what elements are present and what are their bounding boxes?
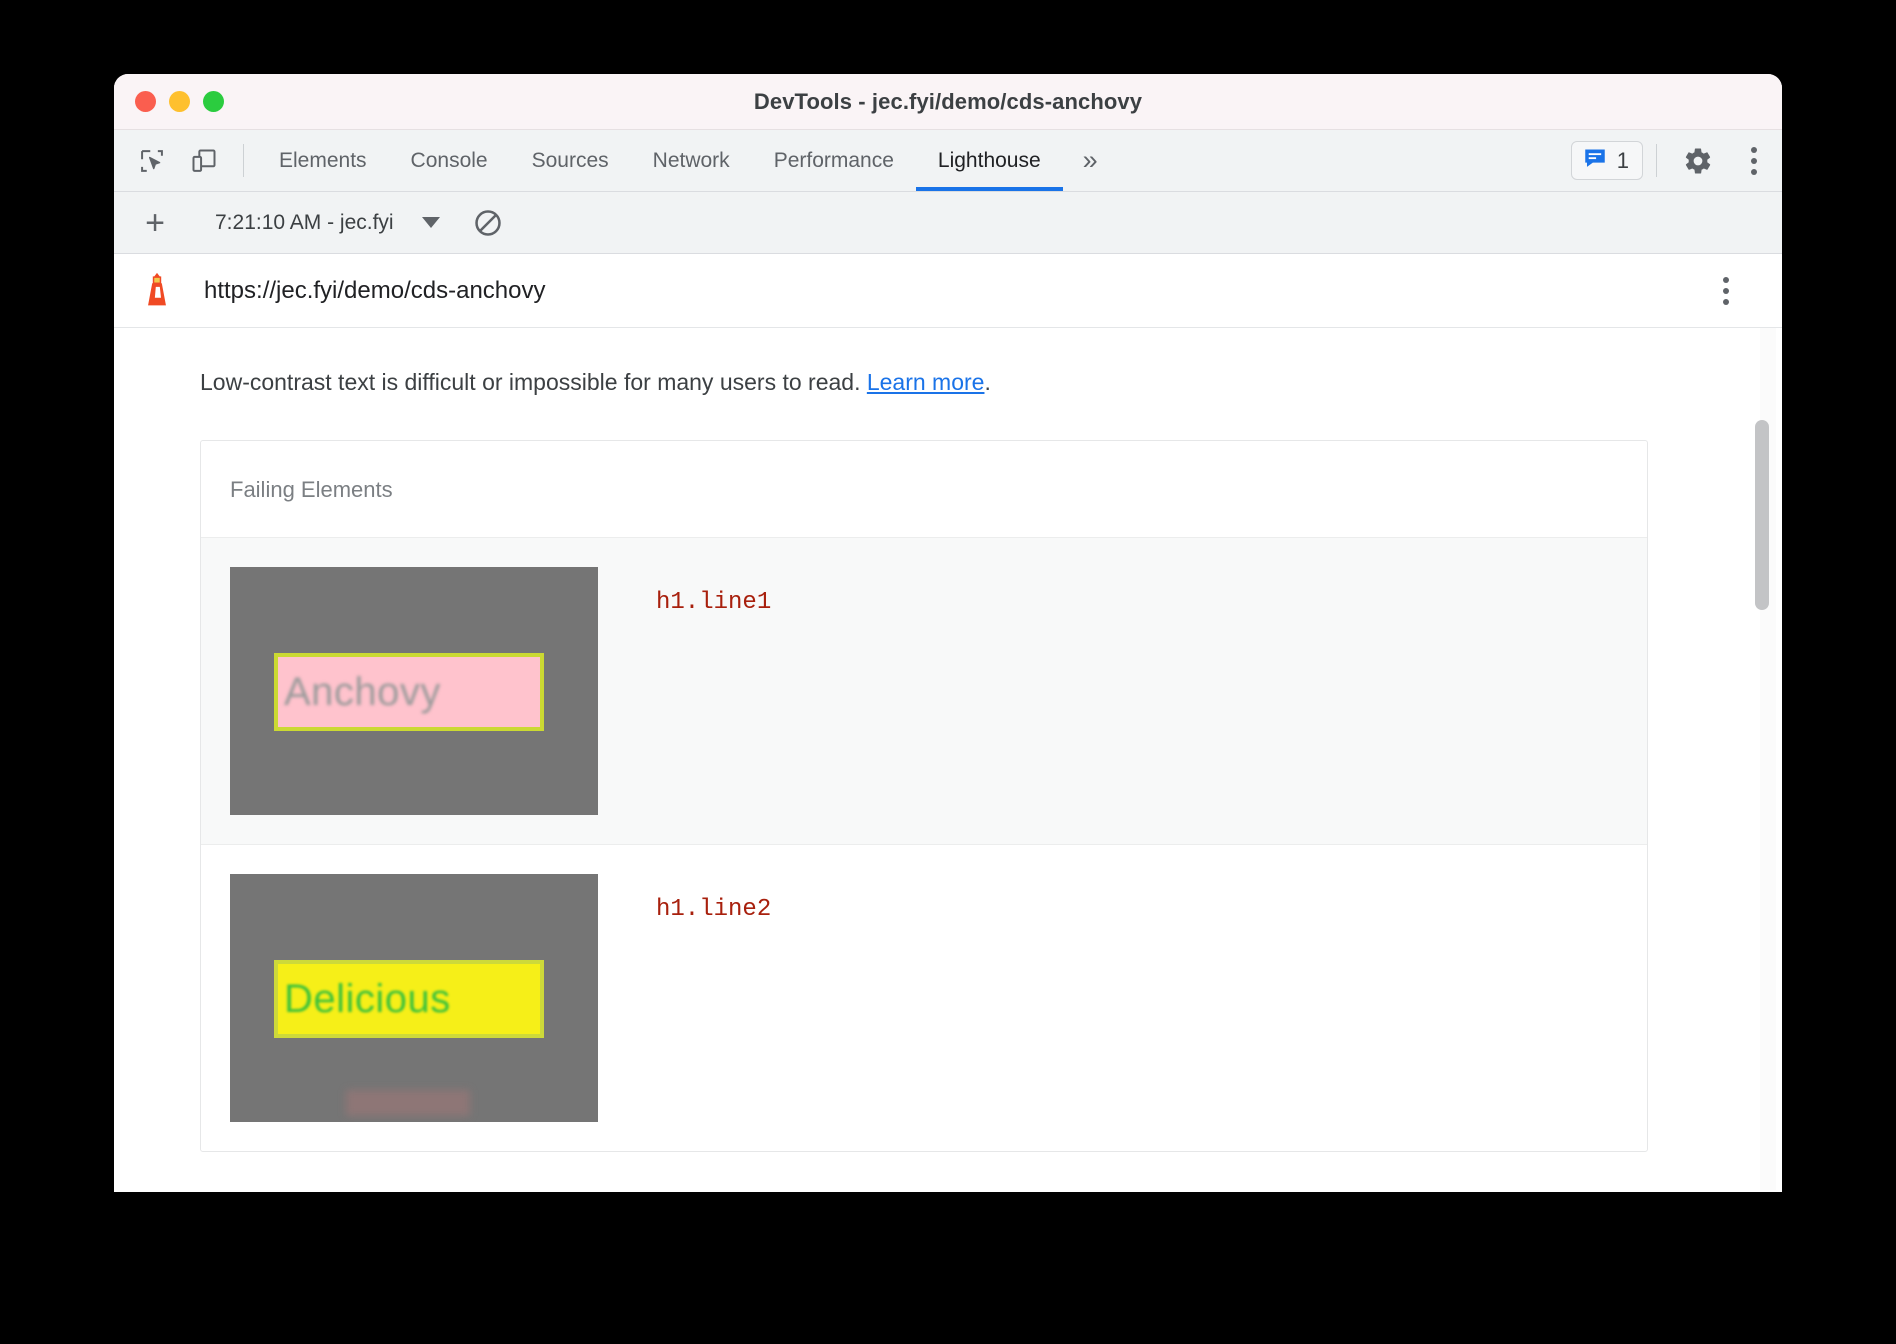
traffic-lights bbox=[135, 91, 224, 112]
tab-performance[interactable]: Performance bbox=[752, 130, 916, 191]
maximize-window-button[interactable] bbox=[203, 91, 224, 112]
issues-count: 1 bbox=[1617, 148, 1629, 174]
tab-console[interactable]: Console bbox=[389, 130, 510, 191]
learn-more-link[interactable]: Learn more bbox=[867, 369, 985, 395]
report-kebab-dots bbox=[1723, 277, 1729, 305]
kebab-dots bbox=[1751, 147, 1757, 175]
report-scrollbar-track[interactable] bbox=[1760, 328, 1776, 1190]
lighthouse-report-body: Low-contrast text is difficult or imposs… bbox=[114, 328, 1782, 1190]
panel-tabs: Elements Console Sources Network Perform… bbox=[257, 130, 1063, 191]
devtools-window: DevTools - jec.fyi/demo/cds-anchovy Elem… bbox=[114, 74, 1782, 1192]
close-window-button[interactable] bbox=[135, 91, 156, 112]
device-toolbar-icon[interactable] bbox=[178, 130, 230, 191]
gear-icon[interactable] bbox=[1670, 130, 1726, 191]
thumbnail-text: Anchovy bbox=[278, 672, 441, 712]
kebab-menu-icon[interactable] bbox=[1726, 130, 1782, 191]
tab-elements[interactable]: Elements bbox=[257, 130, 389, 191]
element-highlight-box: Delicious bbox=[274, 960, 544, 1038]
tab-sources[interactable]: Sources bbox=[510, 130, 631, 191]
screen: DevTools - jec.fyi/demo/cds-anchovy Elem… bbox=[0, 0, 1896, 1344]
audit-description: Low-contrast text is difficult or imposs… bbox=[114, 328, 1782, 398]
audit-description-text: Low-contrast text is difficult or imposs… bbox=[200, 369, 867, 395]
tab-lighthouse[interactable]: Lighthouse bbox=[916, 130, 1063, 191]
element-thumbnail[interactable]: Anchovy bbox=[230, 567, 598, 815]
thumbnail-text: Delicious bbox=[278, 979, 451, 1019]
minimize-window-button[interactable] bbox=[169, 91, 190, 112]
issues-message-icon bbox=[1582, 145, 1608, 176]
report-kebab-menu-icon[interactable] bbox=[1698, 277, 1754, 305]
element-thumbnail[interactable]: Delicious bbox=[230, 874, 598, 1122]
table-row[interactable]: Delicious h1.line2 bbox=[201, 845, 1647, 1151]
lighthouse-toolbar: + 7:21:10 AM - jec.fyi bbox=[114, 192, 1782, 254]
clear-no-entry-icon[interactable] bbox=[472, 207, 504, 239]
element-highlight-box: Anchovy bbox=[274, 653, 544, 731]
tab-network[interactable]: Network bbox=[631, 130, 752, 191]
window-title: DevTools - jec.fyi/demo/cds-anchovy bbox=[114, 89, 1782, 115]
failing-elements-title: Failing Elements bbox=[201, 441, 1647, 538]
more-tabs-icon[interactable]: » bbox=[1063, 130, 1118, 191]
element-selector[interactable]: h1.line1 bbox=[598, 567, 771, 616]
table-row[interactable]: Anchovy h1.line1 bbox=[201, 538, 1647, 845]
element-selector[interactable]: h1.line2 bbox=[598, 874, 771, 923]
chevron-down-icon[interactable] bbox=[422, 217, 440, 228]
report-scrollbar-thumb[interactable] bbox=[1755, 420, 1769, 610]
report-urlbar: https://jec.fyi/demo/cds-anchovy bbox=[114, 254, 1782, 328]
window-titlebar: DevTools - jec.fyi/demo/cds-anchovy bbox=[114, 74, 1782, 130]
inspect-element-icon[interactable] bbox=[126, 130, 178, 191]
tabstrip-spacer bbox=[1118, 130, 1571, 191]
tabstrip-divider-right bbox=[1656, 144, 1657, 177]
lighthouse-icon bbox=[140, 271, 174, 311]
new-report-button[interactable]: + bbox=[132, 206, 178, 240]
failing-elements-card: Failing Elements Anchovy h1.line1 Delici… bbox=[200, 440, 1648, 1152]
toolbar-divider bbox=[243, 144, 244, 177]
thumbnail-blurred-text bbox=[346, 1090, 470, 1116]
issues-badge-button[interactable]: 1 bbox=[1571, 141, 1643, 180]
report-run-selector[interactable]: 7:21:10 AM - jec.fyi bbox=[215, 211, 394, 235]
devtools-tabstrip: Elements Console Sources Network Perform… bbox=[114, 130, 1782, 192]
audit-description-period: . bbox=[984, 369, 990, 395]
report-url: https://jec.fyi/demo/cds-anchovy bbox=[204, 277, 545, 305]
